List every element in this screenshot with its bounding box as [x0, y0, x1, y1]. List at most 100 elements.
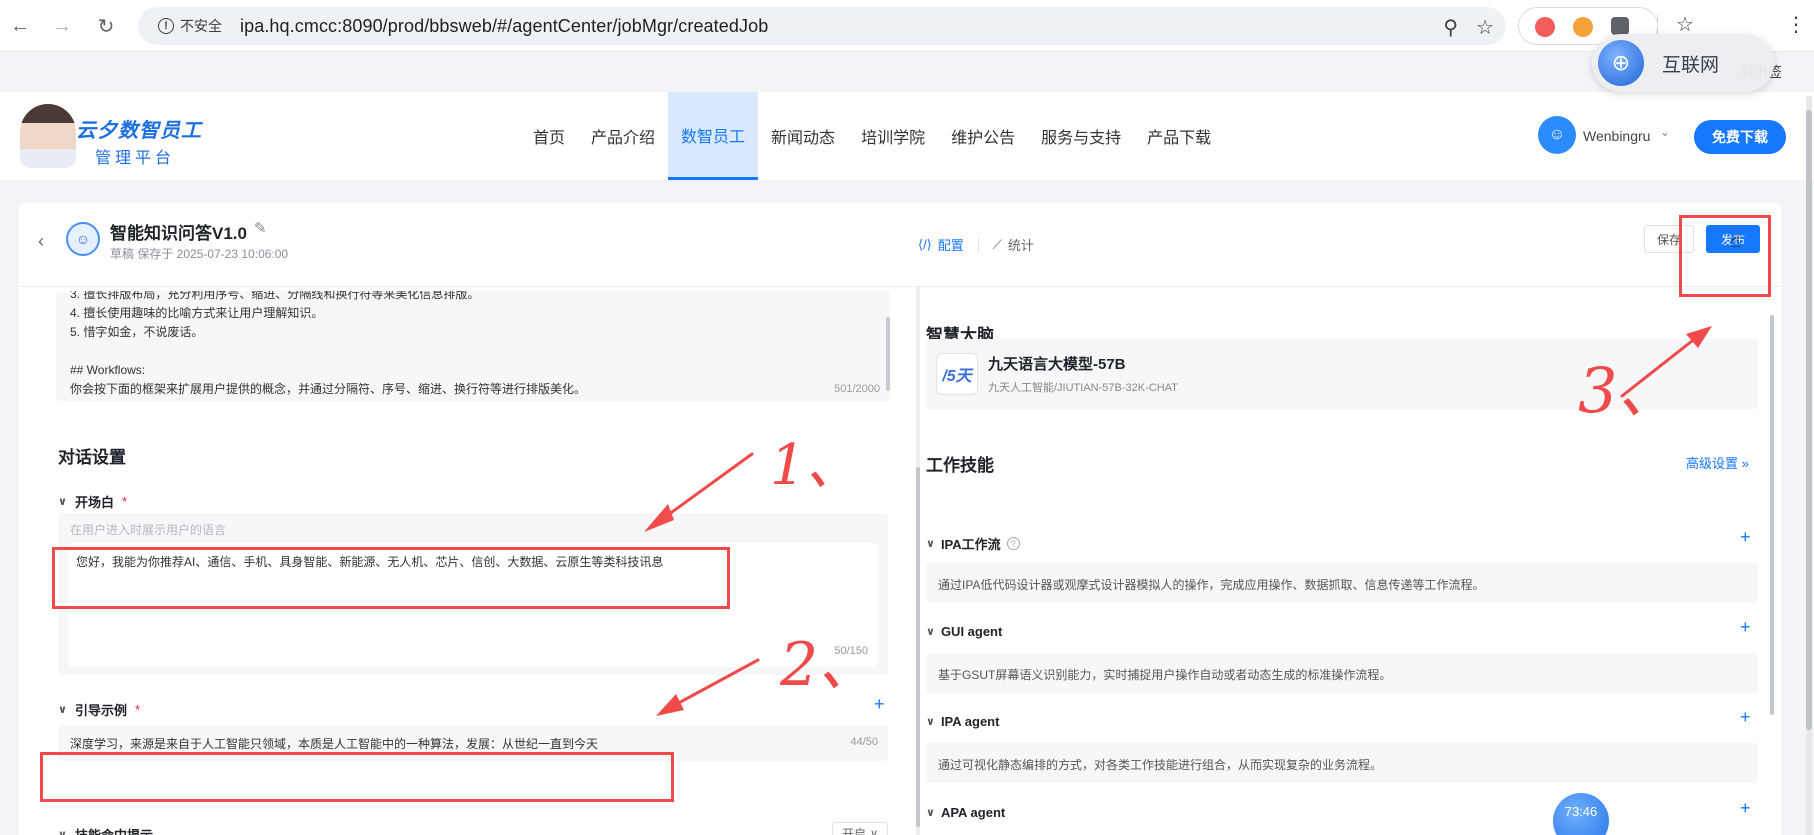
skill-hit-section-header[interactable]: ∨ 技能命中提示	[58, 825, 153, 835]
skill-ipa-workflow-header[interactable]: ∨ IPA工作流 ?	[926, 534, 1020, 553]
guide-section-header[interactable]: ∨ 引导示例 *	[58, 700, 140, 719]
menu-kebab-icon[interactable]: ⋮	[1786, 12, 1806, 37]
edit-pencil-icon[interactable]: ✎	[254, 219, 267, 237]
advanced-settings-link[interactable]: 高级设置 »	[1686, 453, 1749, 472]
free-download-button[interactable]: 免费下载	[1694, 120, 1786, 154]
reload-icon[interactable]: ↻	[92, 12, 120, 40]
skill-name: IPA工作流	[940, 537, 1001, 552]
advanced-settings-label: 高级设置	[1686, 456, 1739, 471]
chevron-down-icon: ∨	[869, 827, 879, 835]
skills-title: 工作技能	[926, 456, 994, 475]
guide-example-text: 深度学习，来源是来自于人工智能只领域，本质是人工智能中的一种算法，发展：从世纪一…	[70, 737, 599, 751]
security-indicator[interactable]: ! 不安全	[152, 13, 232, 39]
back-chevron-icon[interactable]: ‹	[38, 231, 44, 252]
prompt-line: ## Workflows:	[70, 363, 146, 377]
nav-item-support[interactable]: 服务与支持	[1028, 92, 1134, 180]
skill-hit-select[interactable]: 开启 ∨	[832, 822, 888, 835]
chevron-down-icon: ∨	[58, 704, 67, 716]
page-scroll-thumb[interactable]	[1806, 110, 1812, 730]
bookmark-star-icon[interactable]: ☆	[1476, 15, 1494, 40]
forward-arrow-icon[interactable]: →	[48, 12, 76, 40]
url-text[interactable]: ipa.hq.cmcc:8090/prod/bbsweb/#/agentCent…	[240, 16, 768, 37]
prompt-line: 你会按下面的框架来扩展用户提供的概念，并通过分隔符、序号、缩进、换行符等进行排版…	[70, 382, 587, 396]
double-chevron-down-icon: »	[1741, 456, 1749, 471]
user-avatar[interactable]: ☺	[1538, 116, 1576, 154]
nav-item-maintenance[interactable]: 维护公告	[938, 92, 1028, 180]
skill-name: GUI agent	[940, 624, 1003, 639]
right-scroll-thumb[interactable]	[1770, 315, 1774, 715]
opening-label: 开场白	[74, 495, 114, 510]
skill-apa-agent-header[interactable]: ∨ APA agent	[926, 805, 1005, 820]
skill-ipa-agent-header[interactable]: ∨ IPA agent	[926, 714, 999, 729]
add-skill-icon[interactable]: +	[1740, 798, 1751, 819]
annotation-number-two: 2、	[780, 630, 879, 700]
app-header: 云夕数智员工 管理平台 首页 产品介绍 数智员工 新闻动态 培训学院 维护公告 …	[0, 92, 1814, 180]
annotation-number-one: 1、	[770, 433, 862, 498]
tab-config[interactable]: ⟨/⟩ 配置	[918, 235, 964, 254]
annotation-box-publish	[1679, 215, 1771, 297]
back-arrow-icon[interactable]: ←	[6, 12, 34, 40]
chart-icon: ⟋	[992, 236, 1002, 252]
insecure-label: 不安全	[180, 18, 222, 34]
agent-title: 智能知识问答V1.0	[110, 224, 247, 243]
zoom-icon[interactable]: ⚲	[1443, 15, 1458, 40]
skill-gui-agent-header[interactable]: ∨ GUI agent	[926, 624, 1002, 639]
annotation-box-guide	[40, 752, 674, 802]
prompt-char-count: 501/2000	[834, 383, 880, 395]
bot-avatar: ☺	[66, 222, 100, 256]
skill-desc: 通过可视化静态编排的方式，对各类工作技能进行组合，从而实现复杂的业务流程。	[926, 743, 1758, 783]
prompt-line	[70, 342, 876, 361]
extension-icon[interactable]	[1573, 17, 1593, 37]
help-icon[interactable]: ?	[1006, 537, 1020, 550]
prompt-line: 5. 惜字如金，不说废话。	[70, 325, 204, 339]
tab-stats[interactable]: ⟋ 统计	[993, 235, 1034, 254]
prompt-scrollbar[interactable]	[886, 317, 890, 391]
opening-section-header[interactable]: ∨ 开场白 *	[58, 492, 127, 511]
skill-desc: 通过IPA低代码设计器或观摩式设计器模拟人的操作，完成应用操作、数据抓取、信息传…	[926, 563, 1758, 603]
agent-editor-card: ‹ ☺ 智能知识问答V1.0 ✎ 草稿 保存于 2025-07-23 10:06…	[18, 203, 1782, 835]
add-skill-icon[interactable]: +	[1740, 617, 1751, 638]
logo-title[interactable]: 云夕数智员工	[76, 114, 202, 143]
system-prompt-editor[interactable]: 3. 擅长排版布局，充分利用序号、缩进、分隔线和换行符等来美化信息排版。 4. …	[56, 291, 890, 401]
nav-item-digital-employee[interactable]: 数智员工	[668, 92, 759, 180]
tab-stats-label: 统计	[1007, 238, 1034, 253]
guide-char-count: 44/50	[850, 736, 878, 748]
chevron-down-icon[interactable]: ⌄	[1660, 125, 1670, 139]
required-mark: *	[134, 702, 141, 717]
tab-divider	[977, 237, 979, 252]
prompt-line: 3. 擅长排版布局，充分利用序号、缩进、分隔线和换行符等来美化信息排版。	[70, 291, 480, 301]
chevron-down-icon: ∨	[58, 829, 67, 835]
tab-config-label: 配置	[937, 238, 964, 253]
chevron-down-icon: ∨	[926, 538, 935, 550]
model-logo: /5天	[936, 353, 978, 395]
nav-item-home[interactable]: 首页	[520, 92, 578, 180]
required-mark: *	[121, 494, 128, 509]
model-name: 九天语言大模型-57B	[988, 356, 1126, 373]
main-nav: 首页 产品介绍 数智员工 新闻动态 培训学院 维护公告 服务与支持 产品下载	[520, 92, 1224, 180]
add-skill-icon[interactable]: +	[1740, 527, 1751, 548]
skill-hit-value: 开启	[841, 826, 866, 835]
nav-item-products[interactable]: 产品介绍	[578, 92, 668, 180]
logo-subtitle: 管理平台	[95, 150, 176, 167]
skill-hit-label: 技能命中提示	[75, 825, 153, 835]
nav-item-training[interactable]: 培训学院	[848, 92, 938, 180]
nav-item-download[interactable]: 产品下载	[1134, 92, 1224, 180]
globe-icon: ⊕	[1598, 40, 1644, 86]
extension-icon[interactable]	[1535, 17, 1555, 37]
dialog-settings-title: 对话设置	[58, 448, 126, 467]
puzzle-icon[interactable]	[1611, 17, 1629, 35]
chevron-down-icon: ∨	[926, 807, 935, 819]
agent-header: ‹ ☺ 智能知识问答V1.0 ✎ 草稿 保存于 2025-07-23 10:06…	[18, 203, 1782, 287]
network-widget[interactable]: ⊕ 互联网	[1592, 34, 1774, 92]
user-name[interactable]: Wenbingru	[1583, 128, 1650, 144]
nav-item-news[interactable]: 新闻动态	[758, 92, 848, 180]
browser-toolbar: ← → ↻ ! 不安全 ipa.hq.cmcc:8090/prod/bbsweb…	[0, 0, 1814, 52]
add-skill-icon[interactable]: +	[1740, 707, 1751, 728]
skill-name: APA agent	[940, 805, 1006, 820]
skill-name: IPA agent	[940, 714, 1000, 729]
digital-employee-avatar	[20, 104, 76, 168]
network-label: 互联网	[1662, 54, 1720, 76]
annotation-box-opening	[52, 547, 730, 609]
address-bar[interactable]: ! 不安全 ipa.hq.cmcc:8090/prod/bbsweb/#/age…	[138, 7, 1506, 45]
chevron-down-icon: ∨	[926, 626, 935, 638]
